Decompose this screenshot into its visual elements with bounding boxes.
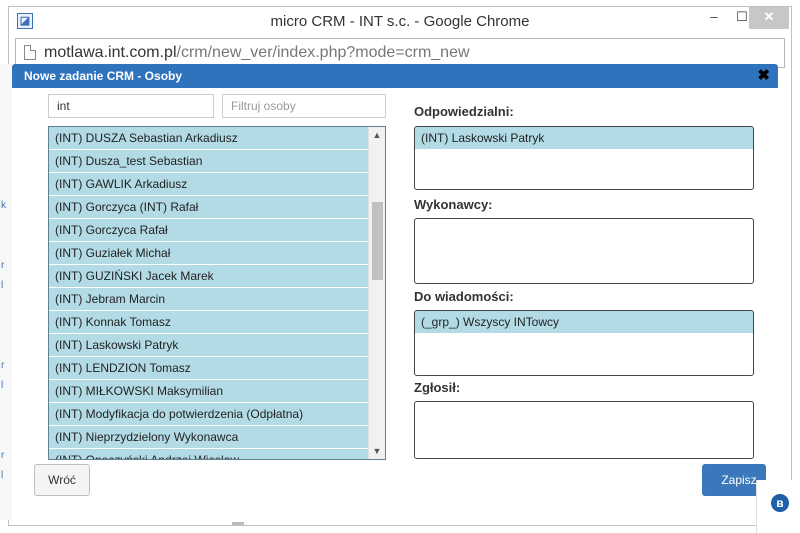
scroll-down-icon[interactable]: ▼ <box>369 443 385 459</box>
people-list-item[interactable]: (INT) DUSZA Sebastian Arkadiusz <box>49 127 385 150</box>
people-list-item[interactable]: (INT) Dusza_test Sebastian <box>49 150 385 173</box>
bottom-divider <box>232 522 244 525</box>
system-tray: ʙ <box>756 480 800 533</box>
scroll-up-icon[interactable]: ▲ <box>369 127 385 143</box>
background-mark: l <box>1 280 4 291</box>
people-list-item[interactable]: (INT) GUZIŃSKI Jacek Marek <box>49 265 385 288</box>
cc-item[interactable]: (_grp_) Wszyscy INTowcy <box>415 311 753 333</box>
background-mark: r <box>1 450 5 461</box>
dialog-header: Nowe zadanie CRM - Osoby ✖ <box>12 64 778 88</box>
executors-label: Wykonawcy: <box>414 197 493 212</box>
title-bar: ◪ micro CRM - INT s.c. - Google Chrome –… <box>9 7 791 35</box>
people-list-item[interactable]: (INT) Modyfikacja do potwierdzenia (Odpł… <box>49 403 385 426</box>
minimize-button[interactable]: – <box>699 7 729 29</box>
responsible-box[interactable]: (INT) Laskowski Patryk <box>414 126 754 190</box>
people-listbox[interactable]: (INT) DUSZA Sebastian Arkadiusz (INT) Dus… <box>48 126 386 460</box>
reported-by-label: Zgłosił: <box>414 380 461 395</box>
url-text[interactable]: motlawa.int.com.pl/crm/new_ver/index.php… <box>44 44 470 62</box>
people-list-item[interactable]: (INT) Gorczyca (INT) Rafał <box>49 196 385 219</box>
scroll-thumb[interactable] <box>372 202 383 280</box>
people-items: (INT) DUSZA Sebastian Arkadiusz (INT) Dus… <box>49 127 385 459</box>
url-host: motlawa.int.com.pl <box>44 44 177 61</box>
people-list-item[interactable]: (INT) Laskowski Patryk <box>49 334 385 357</box>
scrollbar[interactable]: ▲ ▼ <box>368 127 385 459</box>
responsible-item[interactable]: (INT) Laskowski Patryk <box>415 127 753 149</box>
cc-label: Do wiadomości: <box>414 289 514 304</box>
people-list-item[interactable]: (INT) MIŁKOWSKI Maksymilian <box>49 380 385 403</box>
url-path: /crm/new_ver/index.php?mode=crm_new <box>176 44 470 61</box>
page-icon <box>24 45 36 60</box>
people-list-item[interactable]: (INT) Jebram Marcin <box>49 288 385 311</box>
people-list-item[interactable]: (INT) GAWLIK Arkadiusz <box>49 173 385 196</box>
people-list-item[interactable]: (INT) LENDZION Tomasz <box>49 357 385 380</box>
people-list-item[interactable]: (INT) Opoczyński Andrzej Wiesław <box>49 449 385 459</box>
cc-box[interactable]: (_grp_) Wszyscy INTowcy <box>414 310 754 376</box>
people-list-item[interactable]: (INT) Gorczyca Rafał <box>49 219 385 242</box>
dialog-title: Nowe zadanie CRM - Osoby <box>24 69 183 83</box>
search-input[interactable]: int <box>48 94 214 118</box>
people-list-item[interactable]: (INT) Guziałek Michał <box>49 242 385 265</box>
background-mark: l <box>1 470 4 481</box>
bluetooth-icon[interactable]: ʙ <box>771 494 789 512</box>
reported-by-box[interactable] <box>414 401 754 459</box>
back-button[interactable]: Wróć <box>34 464 90 496</box>
dialog-close-icon[interactable]: ✖ <box>757 66 770 84</box>
people-list-item[interactable]: (INT) Konnak Tomasz <box>49 311 385 334</box>
background-page-strip: k r l r l r l <box>0 64 12 520</box>
responsible-label: Odpowiedzialni: <box>414 104 514 119</box>
people-list-item[interactable]: (INT) Nieprzydzielony Wykonawca <box>49 426 385 449</box>
background-mark: r <box>1 360 5 371</box>
background-mark: l <box>1 380 4 391</box>
background-mark: r <box>1 260 5 271</box>
executors-box[interactable] <box>414 218 754 284</box>
window-title: micro CRM - INT s.c. - Google Chrome <box>270 13 530 30</box>
filter-people-input[interactable]: Filtruj osoby <box>222 94 386 118</box>
close-button[interactable]: ✕ <box>749 7 789 29</box>
background-mark: k <box>1 200 6 211</box>
